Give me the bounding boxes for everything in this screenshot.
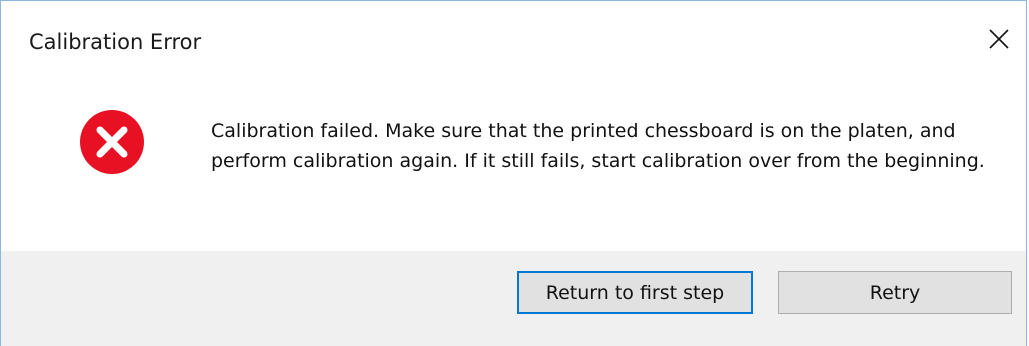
retry-button[interactable]: Retry: [778, 271, 1012, 314]
return-to-first-step-button[interactable]: Return to first step: [517, 271, 753, 314]
dialog-content: Calibration failed. Make sure that the p…: [1, 71, 1026, 251]
close-icon: [989, 29, 1009, 49]
title-bar: Calibration Error: [1, 1, 1026, 71]
button-bar: Return to first step Retry: [1, 251, 1026, 346]
error-icon: [80, 110, 144, 174]
error-message: Calibration failed. Make sure that the p…: [211, 120, 985, 172]
close-button[interactable]: [972, 13, 1026, 65]
error-dialog: Calibration Error Calibration failed. Ma…: [0, 0, 1027, 346]
dialog-title: Calibration Error: [29, 30, 202, 54]
